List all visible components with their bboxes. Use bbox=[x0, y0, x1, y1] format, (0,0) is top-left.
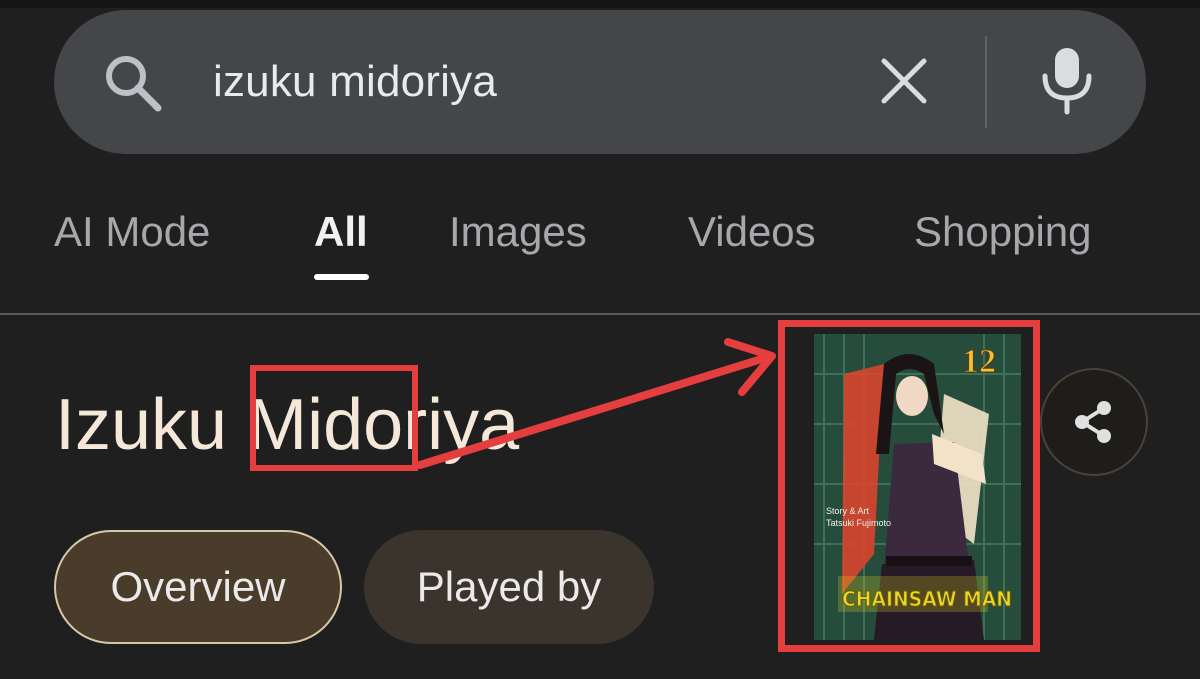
share-icon bbox=[1075, 401, 1111, 443]
tab-all[interactable]: All bbox=[314, 208, 368, 256]
tabs-divider bbox=[0, 313, 1200, 315]
search-tabs: AI Mode All Images Videos Shopping bbox=[0, 200, 1200, 280]
annotation-highlight-mid bbox=[250, 365, 418, 471]
share-button[interactable] bbox=[1040, 368, 1148, 476]
status-strip bbox=[0, 0, 1200, 8]
tab-videos[interactable]: Videos bbox=[688, 208, 816, 256]
close-icon[interactable] bbox=[878, 55, 930, 107]
annotation-highlight-cover bbox=[778, 320, 1040, 652]
search-divider bbox=[985, 36, 987, 128]
active-tab-indicator bbox=[314, 274, 369, 280]
title-prefix: Izuku bbox=[55, 385, 248, 465]
search-icon[interactable] bbox=[102, 52, 164, 114]
chip-played-by[interactable]: Played by bbox=[364, 530, 654, 644]
tab-ai-mode[interactable]: AI Mode bbox=[54, 208, 210, 256]
tab-images[interactable]: Images bbox=[449, 208, 587, 256]
search-input[interactable]: izuku midoriya bbox=[213, 56, 497, 108]
microphone-icon[interactable] bbox=[1040, 46, 1094, 116]
chip-overview[interactable]: Overview bbox=[54, 530, 342, 644]
tab-shopping[interactable]: Shopping bbox=[914, 208, 1092, 256]
